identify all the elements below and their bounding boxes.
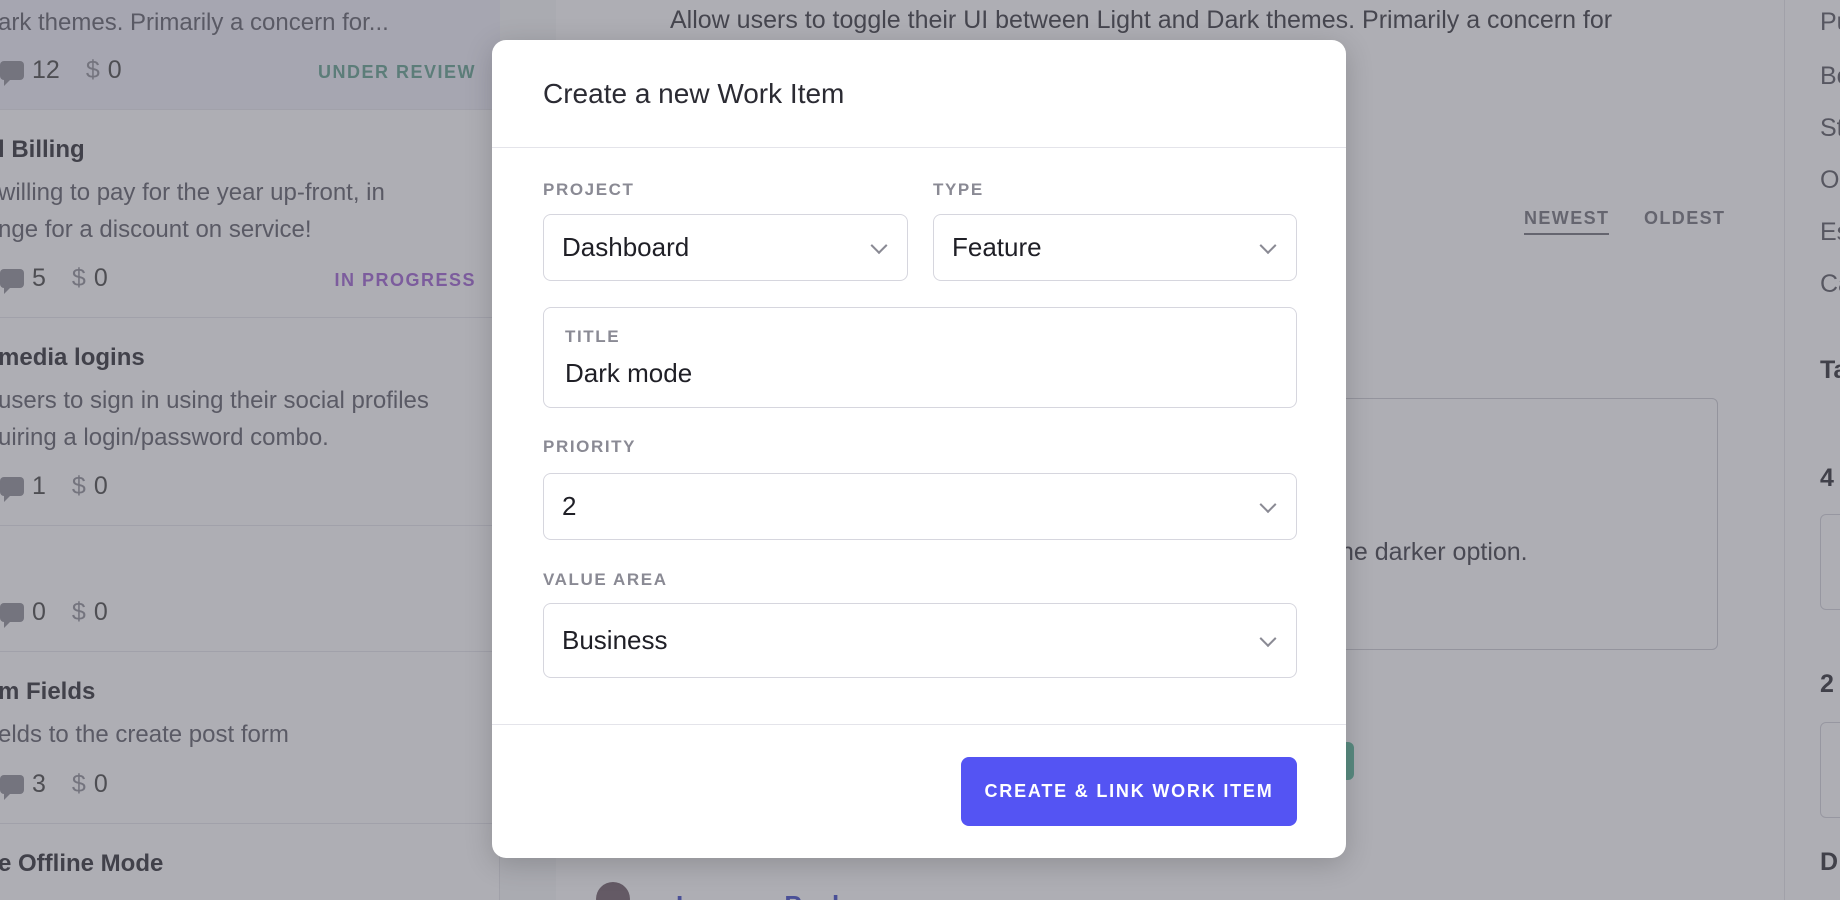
chevron-down-icon bbox=[1259, 629, 1277, 647]
priority-label: PRIORITY bbox=[543, 437, 637, 456]
value-area-value: Business bbox=[562, 625, 668, 655]
chevron-down-icon bbox=[870, 236, 888, 254]
create-work-item-modal: Create a new Work Item PROJECT Dashboard… bbox=[492, 40, 1346, 858]
title-field[interactable]: TITLE bbox=[543, 307, 1297, 408]
project-select[interactable]: Dashboard bbox=[543, 214, 908, 281]
create-link-work-item-button[interactable]: CREATE & LINK WORK ITEM bbox=[961, 757, 1297, 826]
title-input[interactable] bbox=[565, 358, 1265, 389]
chevron-down-icon bbox=[1259, 495, 1277, 513]
type-select[interactable]: Feature bbox=[933, 214, 1297, 281]
type-value: Feature bbox=[952, 232, 1042, 262]
priority-select[interactable]: 2 bbox=[543, 473, 1297, 540]
project-value: Dashboard bbox=[562, 232, 690, 262]
value-area-select[interactable]: Business bbox=[543, 603, 1297, 678]
modal-header: Create a new Work Item bbox=[492, 40, 1346, 148]
modal-title: Create a new Work Item bbox=[543, 78, 845, 109]
chevron-down-icon bbox=[1259, 236, 1277, 254]
project-label: PROJECT bbox=[543, 180, 635, 199]
type-label: TYPE bbox=[933, 180, 984, 199]
title-label: TITLE bbox=[565, 327, 621, 346]
value-area-label: VALUE AREA bbox=[543, 570, 668, 589]
priority-value: 2 bbox=[562, 491, 577, 521]
modal-footer: CREATE & LINK WORK ITEM bbox=[492, 724, 1346, 858]
